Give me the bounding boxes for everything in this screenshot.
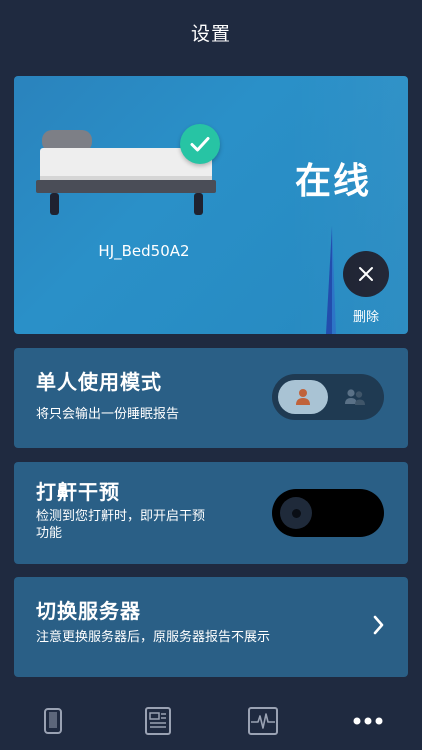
single-user-option[interactable] (278, 380, 328, 414)
device-status: 在线 (294, 161, 371, 202)
nav-more[interactable] (348, 704, 388, 738)
toggle-knob (280, 497, 312, 529)
monitor-icon (248, 707, 278, 735)
single-user-icon (296, 389, 310, 405)
device-card[interactable]: 在线 HJ_Bed50A2 删除 (14, 76, 408, 334)
device-icon (44, 708, 62, 734)
mode-toggle[interactable] (272, 374, 384, 420)
snore-intervention-card: 打鼾干预 检测到您打鼾时，即开启干预 功能 (14, 462, 408, 564)
online-check-icon (180, 124, 220, 164)
switch-server-title: 切换服务器 (36, 599, 141, 623)
switch-server-description: 注意更换服务器后，原服务器报告不展示 (36, 630, 271, 645)
report-icon (145, 707, 171, 735)
close-icon (359, 267, 373, 281)
snore-intervention-description-line2: 功能 (36, 526, 63, 541)
delete-label: 删除 (352, 310, 379, 325)
switch-server-card[interactable]: 切换服务器 注意更换服务器后，原服务器报告不展示 (14, 577, 408, 677)
nav-device[interactable] (33, 704, 73, 738)
settings-screen: 设置 在线 HJ_Bed50A2 删除 单人使用模式 将只会输出一份睡眠报告 打… (0, 0, 422, 750)
single-mode-description: 将只会输出一份睡眠报告 (36, 407, 180, 422)
bottom-nav (0, 696, 422, 750)
double-user-icon (345, 389, 365, 405)
device-name: HJ_Bed50A2 (98, 242, 190, 260)
page-title: 设置 (190, 22, 231, 45)
more-icon (353, 717, 383, 725)
snore-intervention-description-line1: 检测到您打鼾时，即开启干预 (36, 509, 206, 524)
snore-intervention-toggle[interactable] (272, 489, 384, 537)
toggle-knob-dot (291, 508, 301, 518)
nav-report[interactable] (138, 704, 178, 738)
single-mode-card: 单人使用模式 将只会输出一份睡眠报告 (14, 348, 408, 448)
snore-intervention-title: 打鼾干预 (36, 480, 120, 504)
nav-monitor[interactable] (243, 704, 283, 738)
single-mode-title: 单人使用模式 (36, 370, 162, 394)
delete-device[interactable]: 删除 (342, 251, 390, 325)
delete-button[interactable] (343, 251, 389, 297)
double-user-option[interactable] (330, 380, 380, 414)
header: 设置 (0, 0, 422, 64)
chevron-right-icon[interactable] (372, 613, 386, 637)
